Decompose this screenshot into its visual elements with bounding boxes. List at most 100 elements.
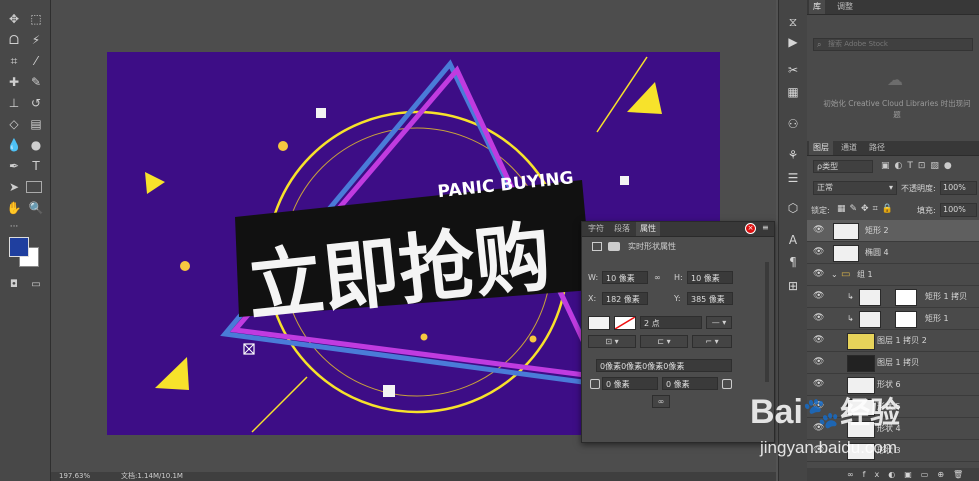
document-size: 文档:1.14M/10.1M	[121, 472, 183, 480]
height-field[interactable]: 10 像素	[687, 271, 733, 284]
layer-mask-thumbnail	[895, 289, 917, 306]
eye-icon[interactable]: 👁	[813, 308, 825, 329]
hand-tool-icon[interactable]: ✋	[4, 199, 24, 217]
layer-filter-icons[interactable]: ▣◐T⊡▨●	[881, 160, 977, 173]
layer-name: 矩形 1 拷贝	[925, 292, 968, 301]
link-corners-icon[interactable]: ∞	[652, 395, 670, 408]
blend-mode-dropdown[interactable]: 正常 ▾	[813, 181, 897, 195]
layer-row[interactable]: 👁 椭圆 4	[807, 242, 979, 264]
deco-triangle-1	[627, 82, 662, 114]
corner-top-right-field[interactable]: 0 像素	[662, 377, 718, 390]
grid-icon[interactable]: ▦	[785, 84, 801, 100]
stroke-width-field[interactable]: 2 点	[640, 316, 702, 329]
y-field[interactable]: 385 像素	[687, 292, 733, 305]
history-brush-tool-icon[interactable]: ↺	[26, 94, 46, 112]
crop-tool-icon[interactable]: ⌗	[4, 52, 24, 70]
tab-channels[interactable]: 通道	[837, 141, 861, 155]
marquee-tool-icon[interactable]: ⬚	[26, 10, 46, 28]
move-tool-icon[interactable]: ✥	[4, 10, 24, 28]
screen-mode-icon[interactable]: ▭	[26, 276, 46, 294]
cap-type-dropdown[interactable]: ⊏ ▾	[640, 335, 688, 348]
library-search[interactable]: ⌕ 搜索 Adobe Stock	[813, 38, 973, 51]
eye-icon[interactable]: 👁	[813, 330, 825, 351]
clip-indicator-icon: ↳	[847, 314, 854, 323]
eye-icon[interactable]: 👁	[813, 220, 825, 241]
pen-tool-icon[interactable]: ✒	[4, 157, 24, 175]
tab-properties[interactable]: 属性	[636, 222, 660, 236]
layer-row[interactable]: 👁 ↳ 矩形 1	[807, 308, 979, 330]
tools-icon[interactable]: ✂	[785, 62, 801, 78]
gradient-tool-icon[interactable]: ▤	[26, 115, 46, 133]
watermark-brand: Bai	[750, 393, 803, 431]
blur-tool-icon[interactable]: 💧	[4, 136, 24, 154]
navigator-icon[interactable]: ⚇	[785, 116, 801, 132]
creative-cloud-error-icon: ☁	[887, 70, 903, 89]
history-icon[interactable]: ⧖	[785, 14, 801, 30]
tab-paths[interactable]: 路径	[865, 141, 889, 155]
corner-top-left-field[interactable]: 0 像素	[602, 377, 658, 390]
layers-footer-buttons[interactable]: ∞fx◐▣▭⊕🗑	[807, 468, 979, 481]
blend-mode-value: 正常	[817, 183, 833, 192]
layer-row[interactable]: 👁 图层 1 拷贝 2	[807, 330, 979, 352]
tab-layers[interactable]: 图层	[809, 141, 833, 155]
lock-icons[interactable]: ▦✎✥⌗🔒	[837, 204, 897, 214]
eye-icon[interactable]: 👁	[813, 242, 825, 263]
stroke-color-swatch[interactable]	[614, 316, 636, 330]
panel-menu-icon[interactable]: ≡	[762, 223, 769, 232]
mask-properties-icon[interactable]	[608, 242, 620, 251]
dodge-tool-icon[interactable]: ●	[26, 136, 46, 154]
layer-row[interactable]: 👁 ↳ 矩形 1 拷贝	[807, 286, 979, 308]
corner-type-dropdown[interactable]: ⌐ ▾	[692, 335, 732, 348]
stamp-tool-icon[interactable]: ⊥	[4, 94, 24, 112]
properties-icon[interactable]: ⊞	[785, 278, 801, 294]
actions-play-icon[interactable]: ▶	[785, 34, 801, 50]
paragraph-icon[interactable]: ¶	[785, 254, 801, 270]
rectangle-tool-icon[interactable]	[26, 181, 42, 193]
opacity-field[interactable]: 100%	[940, 181, 977, 195]
3d-cube-icon[interactable]: ⬡	[785, 200, 801, 216]
align-stroke-dropdown[interactable]: ⊡ ▾	[588, 335, 636, 348]
adjust-sliders-icon[interactable]: ☰	[785, 170, 801, 186]
width-field[interactable]: 10 像素	[602, 271, 648, 284]
zoom-level[interactable]: 197.63%	[59, 472, 90, 481]
layer-row[interactable]: 👁 矩形 2	[807, 220, 979, 242]
healing-brush-tool-icon[interactable]: ✚	[4, 73, 24, 91]
tab-character[interactable]: 字符	[584, 222, 608, 236]
fill-label: 填充:	[917, 206, 936, 215]
layer-thumbnail	[847, 355, 875, 372]
selected-shape-marker	[243, 343, 255, 355]
path-selection-tool-icon[interactable]: ➤	[4, 178, 24, 196]
properties-scrollbar[interactable]	[765, 262, 769, 382]
eye-icon[interactable]: 👁	[813, 352, 825, 373]
corner-radius-summary[interactable]: 0像素0像素0像素0像素	[596, 359, 732, 372]
opacity-label: 不透明度:	[901, 184, 936, 193]
character-icon[interactable]: A	[785, 232, 801, 248]
lasso-tool-icon[interactable]: ᗝ	[4, 31, 24, 49]
x-field[interactable]: 182 像素	[602, 292, 648, 305]
link-icon[interactable]: ∞	[654, 271, 661, 284]
eraser-tool-icon[interactable]: ◇	[4, 115, 24, 133]
quick-mask-icon[interactable]: ◘	[4, 276, 24, 294]
close-panel-icon[interactable]: ×	[745, 223, 756, 234]
eye-icon[interactable]: 👁	[813, 264, 825, 285]
corner-tr-icon	[722, 379, 732, 389]
layer-row[interactable]: 👁 图层 1 拷贝	[807, 352, 979, 374]
fill-color-swatch[interactable]	[588, 316, 610, 330]
more-tools-icon[interactable]: ···	[4, 218, 24, 236]
magic-wand-tool-icon[interactable]: ⚡	[26, 31, 46, 49]
layer-row[interactable]: 👁 ⌄ ▭ 组 1	[807, 264, 979, 286]
fill-field[interactable]: 100%	[940, 203, 977, 217]
foreground-color-swatch-front[interactable]	[9, 237, 29, 257]
tab-library[interactable]: 库	[809, 0, 825, 14]
expand-group-icon[interactable]: ⌄	[831, 264, 838, 285]
eye-icon[interactable]: 👁	[813, 286, 825, 307]
tab-paragraph[interactable]: 段落	[610, 222, 634, 236]
type-tool-icon[interactable]: T	[26, 157, 46, 175]
brush-tool-icon[interactable]: ✎	[26, 73, 46, 91]
eyedropper-tool-icon[interactable]: ⁄	[26, 52, 46, 70]
tab-adjustments[interactable]: 调整	[833, 0, 857, 14]
brush-settings-icon[interactable]: ⚘	[785, 147, 801, 163]
layer-filter-dropdown[interactable]: ρ类型	[813, 160, 873, 173]
zoom-tool-icon[interactable]: 🔍	[26, 199, 46, 217]
stroke-type-dropdown[interactable]: — ▾	[706, 316, 732, 329]
